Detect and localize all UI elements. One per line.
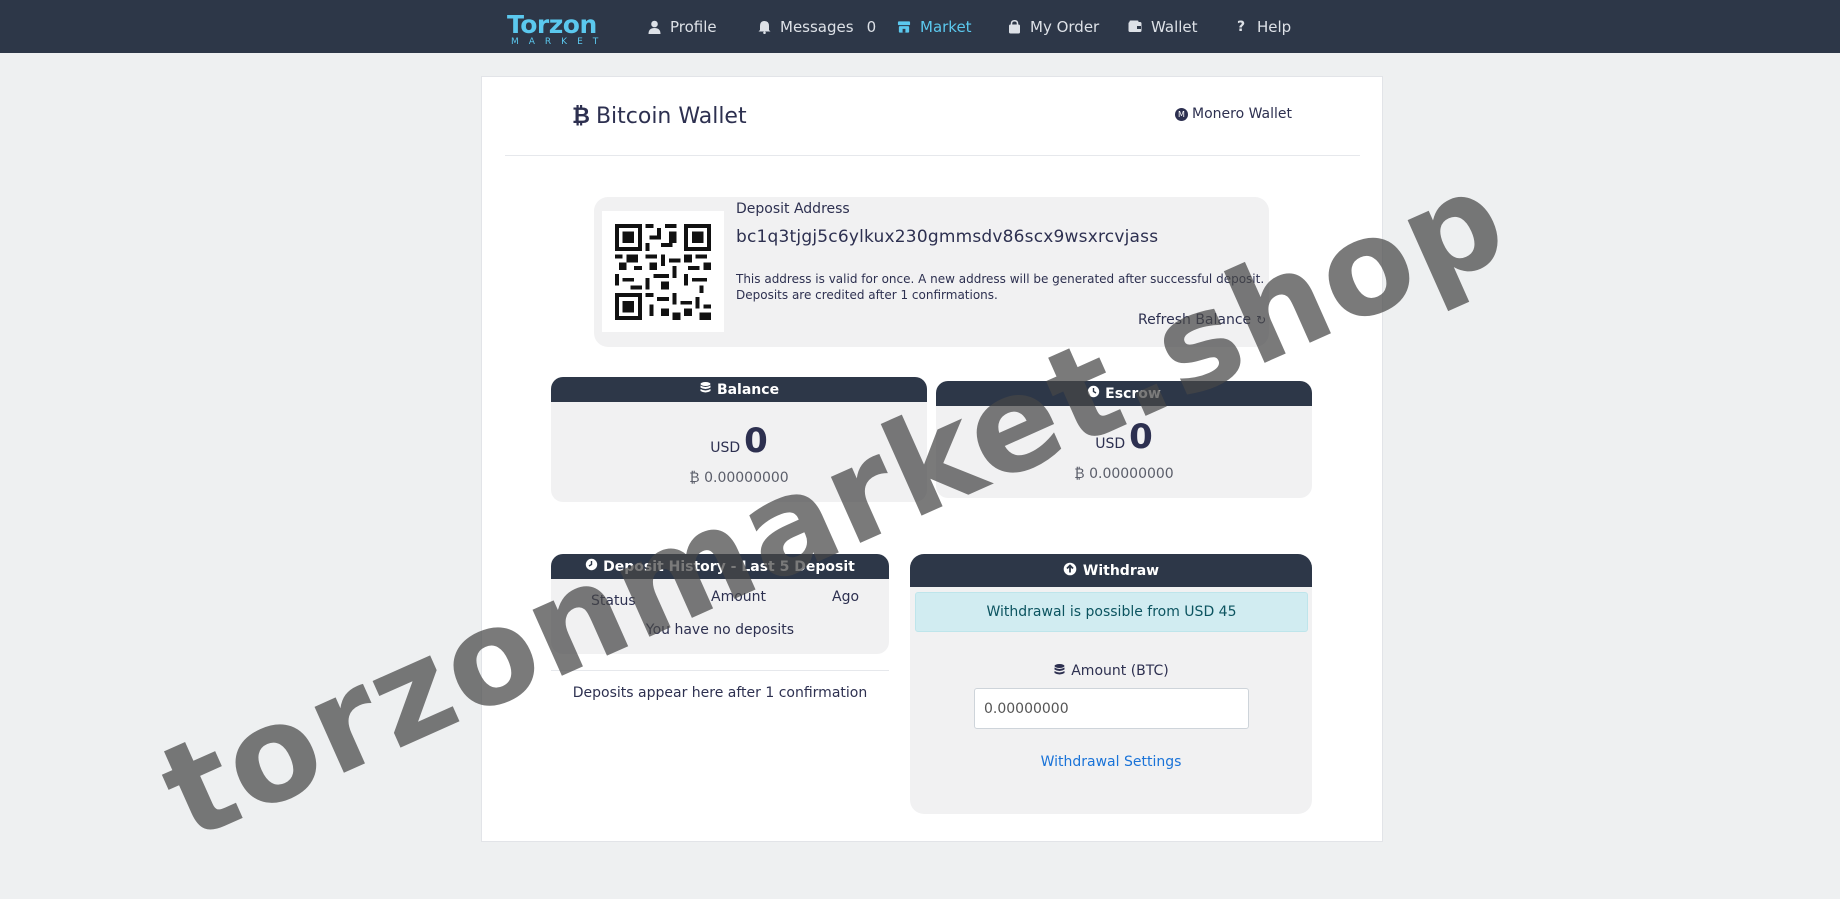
logo-text: Torzon <box>507 10 597 39</box>
balance-btc-value: 0.00000000 <box>704 470 789 486</box>
qr-code-icon <box>615 224 711 320</box>
escrow-title: Escrow <box>1105 385 1161 402</box>
escrow-usd: USD 0 <box>936 417 1312 457</box>
bag-icon <box>1007 19 1021 34</box>
escrow-usd-value: 0 <box>1129 417 1153 457</box>
nav-help-label: Help <box>1257 17 1292 36</box>
user-icon <box>647 20 661 34</box>
deposit-address-label: Deposit Address <box>736 201 850 217</box>
escrow-btc: ₿ 0.00000000 <box>936 465 1312 482</box>
escrow-btc-value: 0.00000000 <box>1089 466 1174 482</box>
logo-subtext: MARKET <box>511 37 609 47</box>
history-icon <box>585 558 598 575</box>
refresh-balance-button[interactable]: Refresh Balance ↻ <box>1138 312 1266 328</box>
history-empty-message: You have no deposits <box>645 622 795 638</box>
messages-count-badge: 0 <box>866 17 877 36</box>
balance-header: Balance <box>551 377 927 402</box>
bitcoin-small-icon: ₿ <box>689 470 700 486</box>
deposit-address-value[interactable]: bc1q3tjgj5c6ylkux230gmmsdv86scx9wsxrcvja… <box>736 227 1158 247</box>
monero-wallet-label: Monero Wallet <box>1192 106 1293 122</box>
refresh-icon: ↻ <box>1256 313 1267 327</box>
nav-profile-label: Profile <box>670 17 717 36</box>
wallet-title: ₿ Bitcoin Wallet <box>572 103 747 130</box>
balance-usd-value: 0 <box>744 421 768 461</box>
nav-market-label: Market <box>920 17 972 36</box>
deposit-note-line1: This address is valid for once. A new ad… <box>736 272 1265 286</box>
nav-wallet-label: Wallet <box>1151 17 1198 36</box>
question-icon: ? <box>1236 18 1246 35</box>
withdrawal-settings-link[interactable]: Withdrawal Settings <box>910 754 1312 770</box>
balance-title: Balance <box>716 381 780 398</box>
nav-messages[interactable]: Messages 0 <box>757 0 876 53</box>
withdraw-amount-label: Amount (BTC) <box>910 663 1312 680</box>
escrow-header: Escrow <box>936 381 1312 406</box>
deposit-note: This address is valid for once. A new ad… <box>736 271 1264 303</box>
nav-my-order[interactable]: My Order <box>1007 0 1099 53</box>
wallet-icon <box>1128 20 1142 34</box>
coins-icon <box>699 381 712 398</box>
store-icon <box>897 20 911 34</box>
header-divider <box>505 155 1360 156</box>
balance-btc: ₿ 0.00000000 <box>551 469 927 486</box>
escrow-card: Escrow USD 0 ₿ 0.00000000 <box>936 381 1312 498</box>
monero-wallet-link[interactable]: M Monero Wallet <box>1175 106 1292 122</box>
withdraw-title: Withdraw <box>1082 562 1160 579</box>
balance-card: Balance USD 0 ₿ 0.00000000 <box>551 377 927 502</box>
clock-icon <box>1087 385 1100 402</box>
balance-currency: USD <box>710 440 741 456</box>
history-col-ago: Ago <box>832 589 860 605</box>
deposit-history-title: Deposit History - Last 5 Deposit <box>603 558 855 575</box>
balance-usd: USD 0 <box>551 421 927 461</box>
bell-icon <box>757 20 771 34</box>
bitcoin-small-icon: ₿ <box>1074 466 1085 482</box>
nav-help[interactable]: ? Help <box>1234 0 1291 53</box>
history-divider <box>551 670 889 671</box>
withdraw-header: Withdraw <box>910 554 1312 587</box>
bitcoin-icon: ₿ <box>572 104 590 129</box>
monero-icon: M <box>1175 107 1188 121</box>
withdraw-amount-input[interactable] <box>974 688 1249 729</box>
wallet-title-text: Bitcoin Wallet <box>595 103 747 129</box>
nav-profile[interactable]: Profile <box>647 0 717 53</box>
refresh-balance-label: Refresh Balance <box>1138 312 1252 328</box>
history-col-status: Status <box>591 593 636 609</box>
withdraw-amount-label-text: Amount (BTC) <box>1071 663 1169 679</box>
coins-icon <box>1053 663 1066 680</box>
history-col-amount: Amount <box>711 589 767 605</box>
nav-wallet[interactable]: Wallet <box>1128 0 1198 53</box>
history-footer-note: Deposits appear here after 1 confirmatio… <box>572 685 868 701</box>
withdraw-min-alert: Withdrawal is possible from USD 45 <box>915 592 1308 632</box>
nav-my-order-label: My Order <box>1030 17 1100 36</box>
nav-messages-label: Messages <box>780 17 854 36</box>
deposit-note-line2: Deposits are credited after 1 confirmati… <box>736 288 998 302</box>
torzon-logo[interactable]: Torzon MARKET <box>505 10 605 48</box>
escrow-currency: USD <box>1095 436 1126 452</box>
nav-market[interactable]: Market <box>897 0 972 53</box>
deposit-history-header: Deposit History - Last 5 Deposit <box>551 554 889 579</box>
top-nav: Torzon MARKET Profile Messages 0 Market … <box>0 0 1840 53</box>
arrow-up-circle-icon <box>1063 562 1077 580</box>
